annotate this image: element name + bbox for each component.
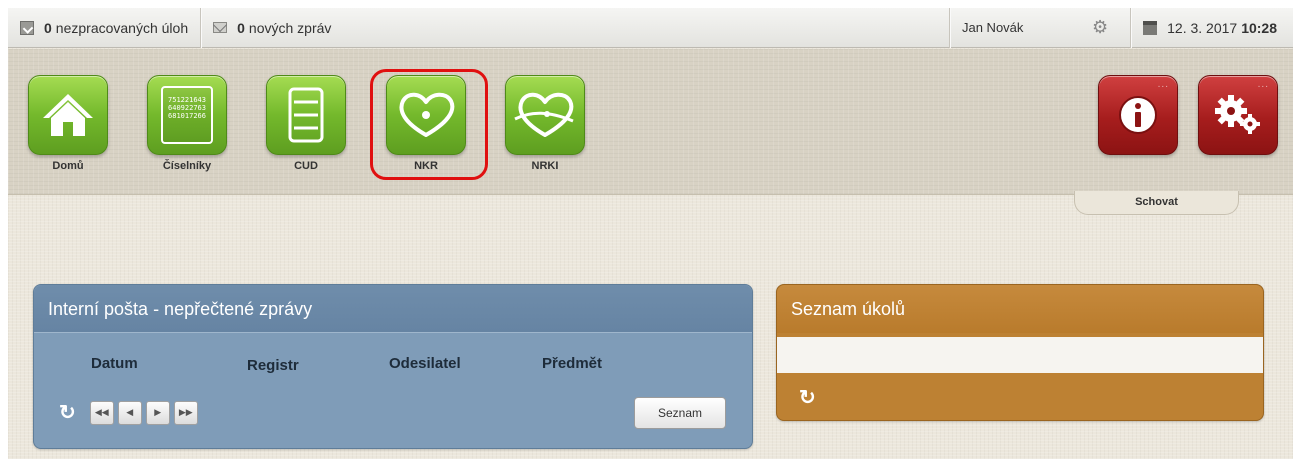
tile-label: CUD: [294, 160, 318, 172]
hide-ribbon-button[interactable]: Schovat: [1074, 191, 1239, 215]
messages-status[interactable]: 0 nových zpráv: [201, 8, 343, 48]
date-time: 12. 3. 2017 10:28: [1131, 8, 1293, 48]
hide-label: Schovat: [1135, 196, 1178, 208]
app-ribbon: Domů 751221643 640922763 681017266 Čísel…: [8, 49, 1293, 195]
calendar-icon: [1143, 20, 1158, 35]
nkr-highlight-frame: [370, 69, 488, 180]
next-page-button[interactable]: ▶: [145, 400, 170, 425]
tile-badge: ...: [1257, 79, 1269, 90]
first-page-button[interactable]: ◀◀: [89, 400, 114, 425]
mail-panel-title: Interní pošta - nepřečtené zprávy: [34, 285, 752, 333]
nrki-button[interactable]: [505, 75, 585, 155]
column-header-subject[interactable]: Předmět: [542, 355, 602, 372]
cud-button[interactable]: [266, 75, 346, 155]
column-header-registry[interactable]: Registr: [247, 357, 299, 374]
info-icon: [1119, 96, 1157, 134]
home-button[interactable]: [28, 75, 108, 155]
tasks-panel-title: Seznam úkolů: [777, 285, 1263, 333]
tile-label: Číselníky: [162, 160, 212, 172]
tile-codebooks[interactable]: 751221643 640922763 681017266 Číselníky: [147, 75, 227, 172]
refresh-icon[interactable]: ↻: [799, 385, 816, 410]
codebooks-button[interactable]: 751221643 640922763 681017266: [147, 75, 227, 155]
tile-info[interactable]: ...: [1098, 75, 1178, 155]
tasks-list-area: [777, 337, 1263, 373]
info-button[interactable]: ...: [1098, 75, 1178, 155]
mail-icon: [213, 22, 228, 33]
tasks-status[interactable]: 0 nezpracovaných úloh: [8, 8, 200, 48]
tasks-count: 0: [44, 19, 52, 36]
heart-arrow-icon: [514, 92, 574, 137]
tile-label: Domů: [52, 160, 84, 172]
user-name-label: Jan Novák: [961, 20, 1024, 35]
task-list-panel: Seznam úkolů ↻: [776, 284, 1264, 421]
list-icon: [288, 87, 324, 143]
refresh-icon[interactable]: ↻: [59, 400, 76, 425]
codebook-line: 751221643: [168, 96, 206, 104]
settings-button[interactable]: ...: [1198, 75, 1278, 155]
tile-home[interactable]: Domů: [28, 75, 108, 172]
gear-icon[interactable]: ⚙: [1092, 17, 1108, 38]
column-header-date[interactable]: Datum: [91, 355, 138, 372]
tile-nrki[interactable]: NRKI: [505, 75, 585, 172]
internal-mail-panel: Interní pošta - nepřečtené zprávy Datum …: [33, 284, 753, 449]
tile-badge: ...: [1157, 79, 1169, 90]
column-header-sender[interactable]: Odesilatel: [389, 355, 461, 372]
codebook-line: 681017266: [168, 112, 206, 120]
time-label: 10:28: [1241, 19, 1277, 36]
pagination: ↻ ◀◀ ◀ ▶ ▶▶: [59, 400, 202, 425]
user-name[interactable]: Jan Novák: [950, 8, 1070, 48]
home-icon: [43, 94, 93, 136]
date-label: 12. 3. 2017: [1167, 19, 1238, 36]
last-page-button[interactable]: ▶▶: [173, 400, 198, 425]
list-button[interactable]: Seznam: [634, 397, 726, 429]
tasks-icon: [20, 20, 34, 35]
tile-cud[interactable]: CUD: [266, 75, 346, 172]
tile-settings[interactable]: ...: [1198, 75, 1278, 155]
tile-label: NRKI: [531, 160, 559, 172]
tasks-text: nezpracovaných úloh: [55, 19, 189, 36]
settings-gears-icon: [1215, 95, 1260, 134]
app-frame: 0 nezpracovaných úloh 0 nových zpráv Jan…: [8, 8, 1293, 459]
codebook-icon: 751221643 640922763 681017266: [161, 86, 213, 144]
top-status-bar: 0 nezpracovaných úloh 0 nových zpráv Jan…: [8, 8, 1293, 48]
messages-text: nových zpráv: [248, 19, 332, 36]
previous-page-button[interactable]: ◀: [117, 400, 142, 425]
codebook-line: 640922763: [168, 104, 206, 112]
messages-count: 0: [237, 19, 245, 36]
